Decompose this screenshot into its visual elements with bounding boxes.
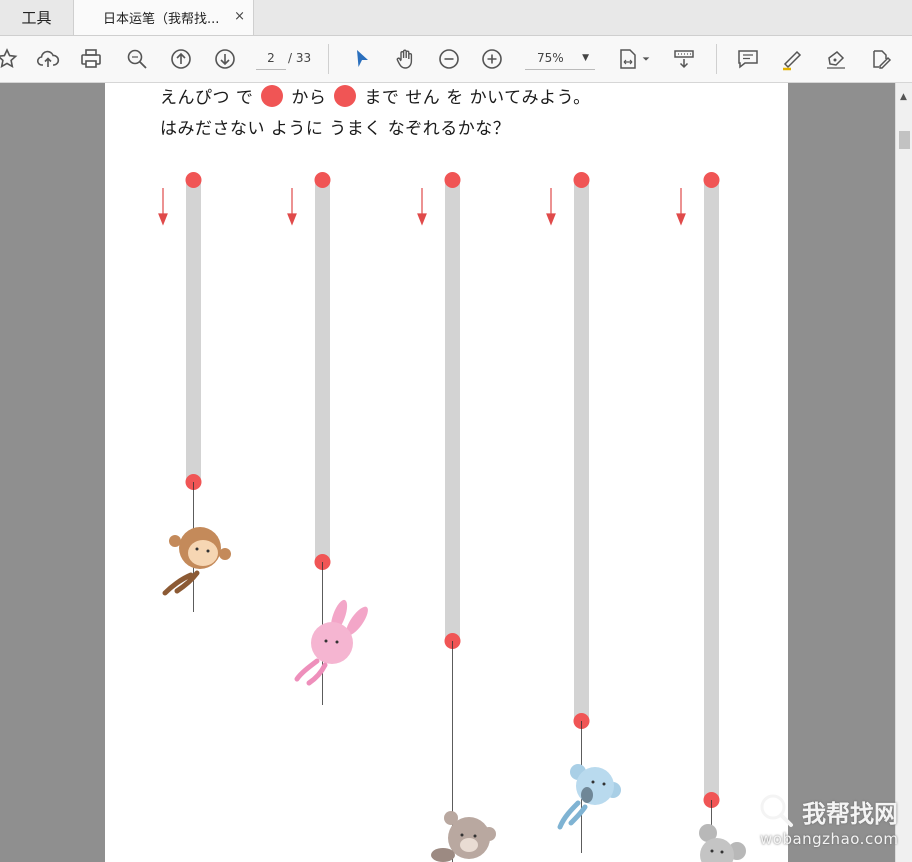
direction-arrow-icon: [676, 188, 686, 226]
cloud-upload-icon[interactable]: [32, 36, 64, 82]
watermark: 我帮找网 wobangzhao.com: [758, 790, 908, 860]
sign-icon[interactable]: [820, 36, 852, 82]
next-page-icon[interactable]: [209, 36, 241, 82]
toolbar: [0, 36, 912, 83]
zoom-value: 75%: [537, 51, 564, 65]
chevron-down-icon[interactable]: [639, 36, 653, 82]
tracing-track: [445, 180, 460, 641]
vertical-scrollbar[interactable]: ▲: [895, 83, 912, 862]
watermark-search-icon: [760, 794, 793, 827]
close-icon[interactable]: ×: [234, 9, 245, 24]
watermark-logo-text: 我帮找网: [802, 800, 898, 828]
document-viewport[interactable]: えんぴつ でから まで せん を かいてみよう。 はみださない ように うまく な…: [0, 83, 895, 862]
select-cursor-icon[interactable]: [346, 36, 378, 82]
monkey-icon: [162, 527, 231, 596]
fill-sign-icon[interactable]: [864, 36, 896, 82]
start-dot: [185, 172, 202, 188]
comment-icon[interactable]: [732, 36, 764, 82]
scroll-mode-icon[interactable]: [668, 36, 700, 82]
zoom-in-icon[interactable]: [476, 36, 508, 82]
start-dot: [444, 172, 461, 188]
pdf-page: えんぴつ でから まで せん を かいてみよう。 はみださない ように うまく な…: [105, 83, 788, 862]
tab-bar: 工具 日本运笔（我帮找... ×: [0, 0, 912, 36]
scrollbar-thumb[interactable]: [899, 131, 910, 149]
watermark-url: wobangzhao.com: [760, 830, 899, 848]
hand-tool-icon[interactable]: [389, 36, 421, 82]
toolbar-divider: [328, 44, 329, 74]
tab-document[interactable]: 日本运笔（我帮找... ×: [74, 0, 254, 35]
tracing-track: [704, 180, 719, 800]
tracing-track: [574, 180, 589, 721]
tab-tools[interactable]: 工具: [0, 0, 74, 35]
page-number-input[interactable]: 2: [256, 47, 286, 70]
scroll-up-icon[interactable]: ▲: [900, 92, 907, 102]
tab-document-label: 日本运笔（我帮找...: [103, 12, 220, 27]
start-dot: [703, 172, 720, 188]
highlight-icon[interactable]: [776, 36, 808, 82]
prev-page-icon[interactable]: [165, 36, 197, 82]
direction-arrow-icon: [158, 188, 168, 226]
bookmark-star-icon[interactable]: [0, 36, 23, 82]
tracing-column-5: [676, 172, 746, 862]
rabbit-icon: [294, 599, 368, 686]
bear-icon: [431, 811, 496, 862]
search-icon[interactable]: [121, 36, 153, 82]
direction-arrow-icon: [417, 188, 427, 226]
tracing-track: [186, 180, 201, 482]
mouse-icon: [699, 824, 746, 862]
tracing-column-2: [287, 172, 368, 705]
tracing-column-1: [158, 172, 231, 612]
koala-icon: [557, 764, 621, 830]
print-icon[interactable]: [75, 36, 107, 82]
tracing-track: [315, 180, 330, 562]
tracing-column-3: [417, 172, 496, 862]
direction-arrow-icon: [546, 188, 556, 226]
chevron-down-icon: ▼: [582, 53, 589, 63]
zoom-out-icon[interactable]: [433, 36, 465, 82]
start-dot: [573, 172, 590, 188]
toolbar-divider: [716, 44, 717, 74]
tracing-column-4: [546, 172, 621, 853]
page-total: / 33: [288, 51, 312, 65]
zoom-select[interactable]: 75% ▼: [525, 47, 595, 70]
start-dot: [314, 172, 331, 188]
direction-arrow-icon: [287, 188, 297, 226]
tracing-exercise: [158, 172, 746, 862]
